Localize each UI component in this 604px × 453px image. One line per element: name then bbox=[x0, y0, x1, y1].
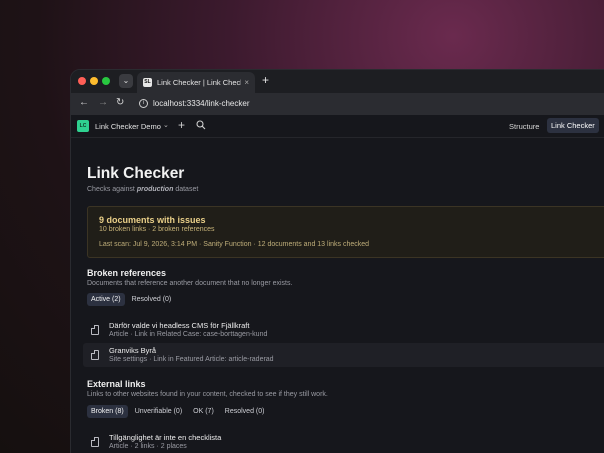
row-meta: Article · 2 links · 2 places bbox=[109, 443, 187, 450]
filter-broken[interactable]: Broken (8) bbox=[87, 405, 128, 418]
nav-structure[interactable]: Structure bbox=[509, 122, 539, 131]
back-arrow-icon[interactable]: ← bbox=[79, 97, 89, 108]
page-subtitle: Checks against production dataset bbox=[87, 186, 199, 193]
document-icon bbox=[91, 350, 99, 360]
broken-reference-row[interactable]: Granviks Byrå Site settings · Link in Fe… bbox=[83, 343, 604, 367]
broken-references-title: Broken references bbox=[87, 268, 167, 278]
create-plus-icon[interactable]: + bbox=[178, 118, 185, 132]
filter-active[interactable]: Active (2) bbox=[87, 293, 125, 306]
url-field[interactable]: localhost:3334/link-checker bbox=[153, 99, 250, 108]
filter-resolved[interactable]: Resolved (0) bbox=[221, 405, 269, 418]
issues-summary-card: 9 documents with issues 10 broken links … bbox=[87, 206, 604, 258]
row-title: Tillgänglighet är inte en checklista bbox=[109, 433, 222, 442]
nav-link-checker[interactable]: Link Checker bbox=[547, 118, 599, 133]
broken-references-description: Documents that reference another documen… bbox=[87, 280, 293, 287]
filter-ok[interactable]: OK (7) bbox=[189, 405, 218, 418]
reload-icon[interactable]: ↻ bbox=[116, 97, 124, 108]
studio-header: LC Link Checker Demo ⌄ + Structure Link … bbox=[71, 115, 604, 138]
minimize-window-button[interactable] bbox=[90, 77, 98, 85]
tab-title: Link Checker | Link Checker bbox=[157, 78, 242, 87]
address-bar: ← → ↻ i localhost:3334/link-checker bbox=[71, 93, 604, 115]
filter-unverifiable[interactable]: Unverifiable (0) bbox=[131, 405, 186, 418]
search-icon[interactable] bbox=[196, 120, 206, 130]
row-title: Granviks Byrå bbox=[109, 346, 157, 355]
broken-reference-row[interactable]: Därför valde vi headless CMS för Fjällkr… bbox=[83, 318, 604, 342]
broken-references-filters: Active (2) Resolved (0) bbox=[87, 293, 175, 306]
close-window-button[interactable] bbox=[78, 77, 86, 85]
workspace-logo[interactable]: LC bbox=[77, 120, 89, 132]
chevron-down-icon[interactable]: ⌄ bbox=[163, 121, 169, 129]
row-meta: Site settings · Link in Featured Article… bbox=[109, 356, 274, 363]
new-tab-plus-icon[interactable]: + bbox=[262, 73, 269, 87]
dataset-name: production bbox=[136, 186, 174, 193]
document-icon bbox=[91, 437, 99, 447]
external-links-filters: Broken (8) Unverifiable (0) OK (7) Resol… bbox=[87, 405, 268, 418]
issues-summary: 10 broken links · 2 broken references bbox=[99, 226, 215, 233]
page-title: Link Checker bbox=[87, 165, 185, 182]
row-meta: Article · Link in Related Case: case-bor… bbox=[109, 331, 268, 338]
filter-resolved[interactable]: Resolved (0) bbox=[128, 293, 176, 306]
tab-list-chevron-icon[interactable]: ⌄ bbox=[119, 74, 133, 88]
maximize-window-button[interactable] bbox=[102, 77, 110, 85]
external-links-title: External links bbox=[87, 379, 146, 389]
row-title: Därför valde vi headless CMS för Fjällkr… bbox=[109, 321, 250, 330]
browser-window: ⌄ SL Link Checker | Link Checker × + ← →… bbox=[70, 69, 604, 453]
external-links-description: Links to other websites found in your co… bbox=[87, 391, 328, 398]
tab-close-icon[interactable]: × bbox=[244, 78, 249, 87]
site-info-icon[interactable]: i bbox=[139, 99, 148, 108]
issues-title: 9 documents with issues bbox=[99, 215, 206, 225]
browser-tab[interactable]: SL Link Checker | Link Checker × bbox=[137, 72, 255, 93]
browser-titlebar: ⌄ SL Link Checker | Link Checker × + bbox=[71, 70, 604, 93]
workspace-name[interactable]: Link Checker Demo bbox=[95, 122, 161, 131]
document-icon bbox=[91, 325, 99, 335]
sanity-favicon-icon: SL bbox=[143, 78, 152, 87]
external-link-row[interactable]: Tillgänglighet är inte en checklista Art… bbox=[83, 430, 604, 453]
last-scan-info: Last scan: Jul 9, 2026, 3:14 PM · Sanity… bbox=[99, 241, 370, 248]
forward-arrow-icon[interactable]: → bbox=[98, 97, 108, 108]
